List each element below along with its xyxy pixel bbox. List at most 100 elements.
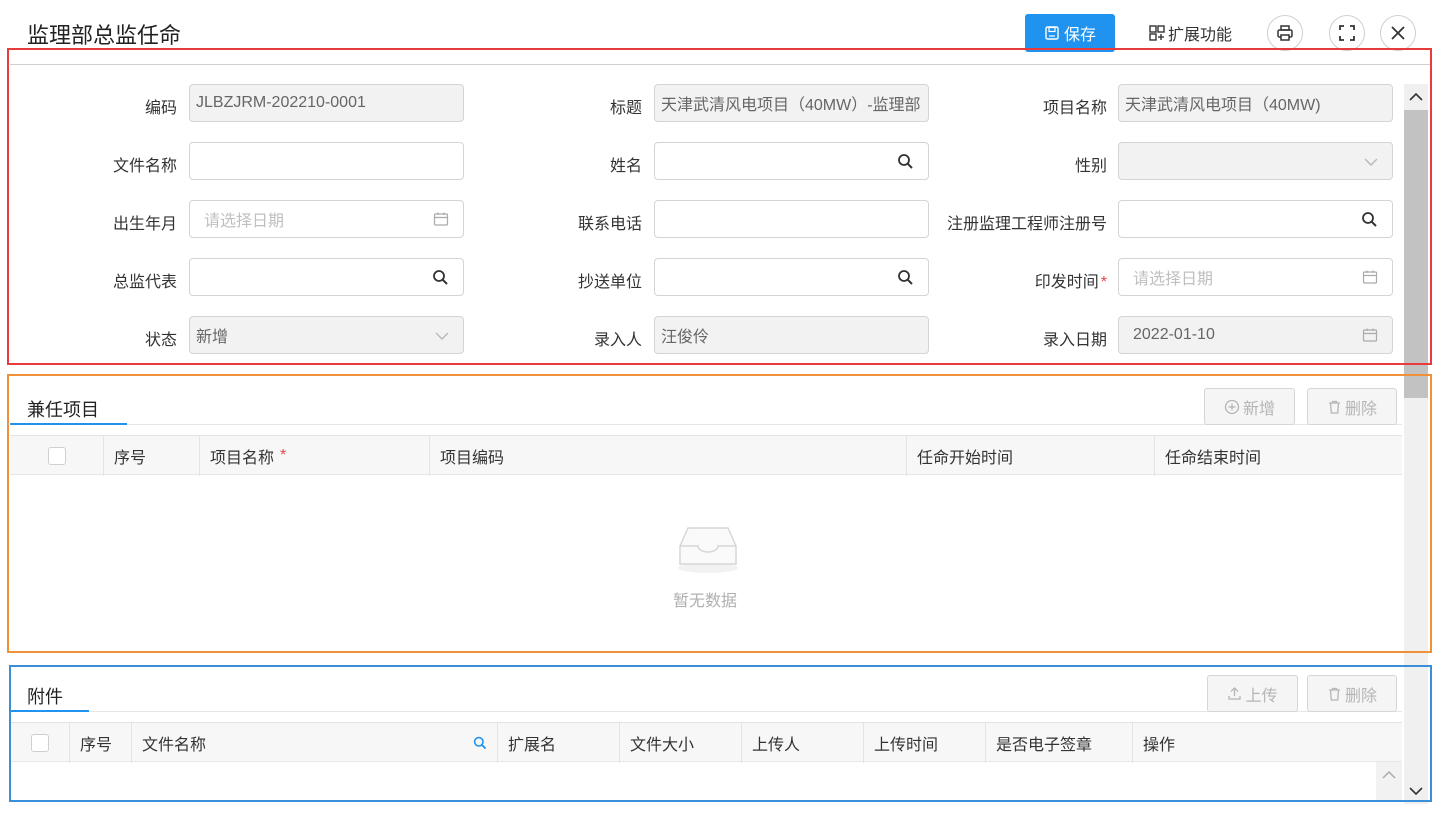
scroll-up-icon[interactable] (1382, 770, 1396, 780)
print-button[interactable] (1267, 15, 1303, 51)
scroll-up-icon[interactable] (1409, 92, 1423, 102)
registration-number-lookup[interactable] (1118, 200, 1393, 238)
entry-person-label: 录入人 (593, 332, 642, 349)
code-value: JLBZJRM-202210-0001 (196, 94, 366, 111)
column-header-filename[interactable]: 文件名称 (132, 723, 498, 763)
column-header[interactable]: 任命开始时间 (907, 436, 1155, 476)
column-header[interactable]: 上传时间 (864, 723, 986, 763)
fullscreen-button[interactable] (1329, 15, 1365, 51)
phone-label: 联系电话 (577, 216, 642, 233)
entry-person-value: 汪俊伶 (661, 329, 710, 346)
code-label: 编码 (144, 100, 177, 117)
empty-text: 暂无数据 (673, 593, 738, 610)
attachments-table-header: 序号 文件名称 扩展名 文件大小 上传人 上传时间 是否电子签章 操作 (10, 722, 1402, 763)
add-row-button[interactable]: 新增 (1204, 388, 1295, 425)
registration-number-label: 注册监理工程师注册号 (946, 216, 1107, 233)
birth-date-picker[interactable]: 请选择日期 (189, 200, 464, 238)
column-header-project-name[interactable]: 项目名称 * (200, 436, 430, 476)
column-header[interactable]: 扩展名 (498, 723, 620, 763)
section-divider (89, 711, 1402, 712)
filename-input[interactable] (189, 142, 464, 180)
chief-representative-lookup[interactable] (189, 258, 464, 296)
phone-input[interactable] (654, 200, 929, 238)
filename-label: 文件名称 (112, 158, 177, 175)
entry-date-label: 录入日期 (1042, 332, 1107, 349)
entry-person-field: 汪俊伶 (654, 316, 929, 354)
header-divider (10, 64, 1430, 65)
column-header[interactable]: 操作 (1133, 723, 1402, 763)
column-header[interactable]: 项目编码 (430, 436, 907, 476)
column-header[interactable]: 是否电子签章 (986, 723, 1133, 763)
extend-function-label: 扩展功能 (1168, 27, 1233, 44)
chief-representative-label: 总监代表 (112, 274, 177, 291)
save-button[interactable]: 保存 (1025, 14, 1115, 52)
search-icon[interactable] (1361, 211, 1378, 228)
calendar-icon (1362, 328, 1378, 342)
issue-time-label-text: 印发时间 (1034, 274, 1099, 291)
upload-label: 上传 (1245, 687, 1278, 705)
delete-row-button[interactable]: 删除 (1307, 388, 1397, 425)
concurrent-projects-underline (10, 423, 127, 425)
column-header[interactable]: 序号 (104, 436, 200, 476)
cc-unit-label: 抄送单位 (577, 274, 642, 291)
gender-select[interactable] (1118, 142, 1393, 180)
cc-unit-lookup[interactable] (654, 258, 929, 296)
attachment-grid-scrollbar[interactable] (1376, 762, 1402, 800)
delete-attachment-button[interactable]: 删除 (1307, 675, 1397, 712)
close-icon (1391, 26, 1405, 40)
close-button[interactable] (1380, 15, 1416, 51)
trash-icon (1328, 400, 1340, 414)
fullscreen-icon (1339, 25, 1355, 41)
title-field: 天津武清风电项目（40MW）-监理部 (654, 84, 929, 122)
column-header-label: 项目名称 (210, 450, 275, 467)
scroll-down-icon[interactable] (1409, 786, 1423, 796)
trash-icon (1328, 687, 1340, 701)
concurrent-table-header: 序号 项目名称 * 项目编码 任命开始时间 任命结束时间 (10, 435, 1402, 476)
entry-date-value: 2022-01-10 (1133, 326, 1215, 343)
print-icon (1277, 25, 1293, 41)
code-field: JLBZJRM-202210-0001 (189, 84, 464, 122)
name-lookup-input[interactable] (654, 142, 929, 180)
birth-placeholder: 请选择日期 (204, 213, 285, 230)
upload-button[interactable]: 上传 (1207, 675, 1298, 712)
project-name-label: 项目名称 (1042, 100, 1107, 117)
upload-icon (1228, 687, 1242, 700)
required-mark: * (280, 447, 287, 464)
select-all-cell (10, 436, 104, 476)
column-header[interactable]: 文件大小 (620, 723, 742, 763)
vertical-scrollbar-thumb[interactable] (1404, 110, 1428, 398)
title-value: 天津武清风电项目（40MW）-监理部 (661, 97, 921, 114)
project-name-field: 天津武清风电项目（40MW) (1118, 84, 1393, 122)
dialog-header: 监理部总监任命 保存 扩展功能 (0, 0, 1440, 64)
select-all-checkbox[interactable] (30, 734, 49, 752)
search-icon[interactable] (473, 736, 487, 750)
save-label: 保存 (1063, 27, 1096, 44)
column-header[interactable]: 上传人 (742, 723, 864, 763)
gender-label: 性别 (1074, 158, 1107, 175)
add-label: 新增 (1242, 400, 1275, 418)
title-label: 标题 (609, 100, 642, 117)
attachments-underline (10, 710, 89, 712)
name-label: 姓名 (609, 158, 642, 175)
issue-time-picker[interactable]: 请选择日期 (1118, 258, 1393, 296)
chevron-down-icon (1364, 158, 1378, 166)
entry-date-field: 2022-01-10 (1118, 316, 1393, 354)
column-header[interactable]: 序号 (70, 723, 132, 763)
project-name-value: 天津武清风电项目（40MW) (1125, 97, 1321, 114)
grid-icon (1149, 25, 1165, 41)
attachments-title: 附件 (27, 687, 63, 707)
save-icon (1045, 26, 1059, 40)
select-all-checkbox[interactable] (47, 447, 66, 465)
delete-label: 删除 (1344, 687, 1377, 705)
extend-function-button[interactable]: 扩展功能 (1148, 14, 1232, 52)
select-all-cell (10, 723, 70, 763)
issue-time-placeholder: 请选择日期 (1133, 271, 1214, 288)
page-title: 监理部总监任命 (27, 23, 182, 48)
status-select[interactable]: 新增 (189, 316, 464, 354)
plus-circle-icon (1224, 399, 1240, 414)
required-mark: * (1100, 274, 1107, 291)
column-header-label: 文件名称 (142, 737, 207, 754)
concurrent-projects-title: 兼任项目 (27, 400, 99, 420)
column-header[interactable]: 任命结束时间 (1155, 436, 1402, 476)
delete-label: 删除 (1344, 400, 1377, 418)
